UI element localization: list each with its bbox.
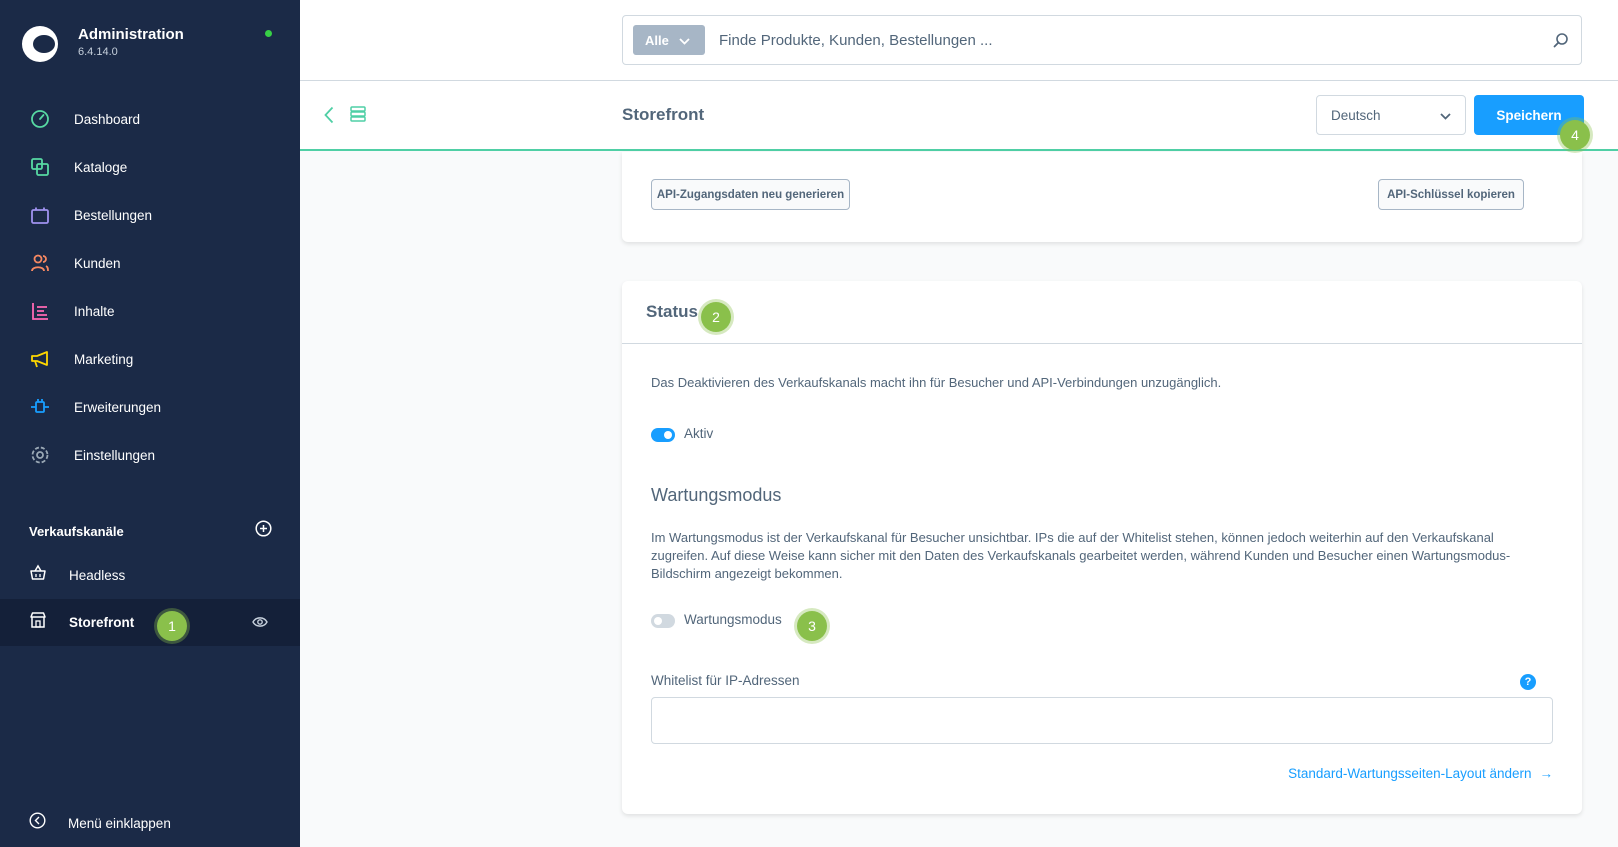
- global-search: Alle: [622, 15, 1582, 65]
- sales-channels-title: Verkaufskanäle: [29, 523, 124, 539]
- sales-channel-label: Headless: [69, 568, 126, 583]
- step-marker-3: 3: [797, 611, 827, 641]
- collapse-menu-button[interactable]: Menü einklappen: [29, 812, 171, 834]
- top-header: Alle: [300, 0, 1618, 81]
- brand-version: 6.4.14.0: [78, 46, 118, 58]
- main-navigation: Dashboard Kataloge Bestellungen Kunden I…: [0, 95, 300, 479]
- nav-item-erweiterungen[interactable]: Erweiterungen: [0, 383, 300, 431]
- nav-item-kataloge[interactable]: Kataloge: [0, 143, 300, 191]
- search-icon[interactable]: [1541, 32, 1581, 48]
- dashboard-icon: [29, 108, 51, 130]
- shopware-logo-icon: [22, 26, 58, 62]
- language-select-value: Deutsch: [1331, 107, 1381, 123]
- customers-icon: [29, 252, 51, 274]
- nav-item-einstellungen[interactable]: Einstellungen: [0, 431, 300, 479]
- active-toggle-label: Aktiv: [684, 426, 714, 441]
- maintenance-title: Wartungsmodus: [651, 485, 782, 505]
- back-chevron-icon[interactable]: [324, 106, 334, 129]
- brand: Administration 6.4.14.0: [22, 26, 184, 62]
- sidebar: Administration 6.4.14.0 Dashboard Katalo…: [0, 0, 300, 847]
- search-type-label: Alle: [645, 32, 669, 48]
- chevron-down-icon: [679, 33, 690, 48]
- active-toggle[interactable]: [651, 428, 675, 442]
- nav-label: Einstellungen: [74, 447, 156, 463]
- brand-title: Administration: [78, 26, 184, 43]
- marketing-icon: [29, 348, 51, 370]
- search-type-dropdown[interactable]: Alle: [633, 25, 705, 55]
- sales-channel-storefront[interactable]: Storefront: [0, 599, 300, 646]
- maintenance-layout-link-label: Standard-Wartungsseiten-Layout ändern: [1288, 766, 1532, 781]
- catalog-icon: [29, 156, 51, 178]
- nav-label: Kataloge: [74, 159, 128, 175]
- step-marker-2: 2: [701, 302, 731, 332]
- maintenance-layout-link[interactable]: Standard-Wartungsseiten-Layout ändern →: [1288, 766, 1553, 781]
- page-title: Storefront: [622, 105, 705, 124]
- status-card-title: Status: [646, 302, 698, 321]
- status-card-header: Status: [622, 281, 1582, 344]
- content-icon: [29, 300, 51, 322]
- nav-label: Erweiterungen: [74, 399, 162, 415]
- nav-item-bestellungen[interactable]: Bestellungen: [0, 191, 300, 239]
- smart-bar: Storefront Deutsch Speichern: [300, 81, 1618, 151]
- storefront-icon: [29, 611, 47, 634]
- status-description: Das Deaktivieren des Verkaufskanals mach…: [651, 375, 1222, 390]
- nav-label: Bestellungen: [74, 207, 153, 223]
- nav-label: Inhalte: [74, 303, 115, 319]
- basket-icon: [29, 564, 47, 587]
- settings-icon: [29, 444, 51, 466]
- search-input[interactable]: [719, 31, 1541, 49]
- api-access-card: API-Zugangsdaten neu generieren API-Schl…: [622, 152, 1582, 242]
- nav-label: Dashboard: [74, 111, 141, 127]
- chevron-down-icon: [1440, 108, 1451, 123]
- ip-whitelist-input[interactable]: [651, 697, 1553, 744]
- eye-icon[interactable]: [252, 615, 268, 633]
- step-marker-4: 4: [1560, 120, 1590, 150]
- nav-item-kunden[interactable]: Kunden: [0, 239, 300, 287]
- language-select[interactable]: Deutsch: [1316, 95, 1466, 135]
- maintenance-toggle[interactable]: [651, 614, 675, 628]
- nav-item-dashboard[interactable]: Dashboard: [0, 95, 300, 143]
- add-sales-channel-icon[interactable]: [255, 520, 272, 542]
- status-card: Status Das Deaktivieren des Verkaufskana…: [622, 281, 1582, 814]
- arrow-right-icon: →: [1539, 766, 1554, 781]
- sales-channels-header: Verkaufskanäle: [29, 520, 272, 542]
- sales-channel-headless[interactable]: Headless: [0, 552, 300, 599]
- step-marker-1: 1: [157, 611, 187, 641]
- collapse-menu-label: Menü einklappen: [68, 815, 171, 831]
- copy-api-key-button[interactable]: API-Schlüssel kopieren: [1378, 179, 1524, 210]
- chevron-left-circle-icon: [29, 812, 46, 834]
- maintenance-description: Im Wartungsmodus ist der Verkaufskanal f…: [651, 530, 1511, 581]
- help-icon[interactable]: ?: [1520, 674, 1536, 690]
- nav-label: Marketing: [74, 351, 134, 367]
- nav-item-marketing[interactable]: Marketing: [0, 335, 300, 383]
- extensions-icon: [29, 396, 51, 418]
- ip-whitelist-label: Whitelist für IP-Adressen: [651, 673, 800, 688]
- module-stack-icon: [350, 106, 366, 127]
- online-status-dot: [265, 30, 272, 37]
- maintenance-toggle-label: Wartungsmodus: [684, 612, 782, 627]
- orders-icon: [29, 204, 51, 226]
- sales-channel-label: Storefront: [69, 615, 135, 630]
- nav-item-inhalte[interactable]: Inhalte: [0, 287, 300, 335]
- regenerate-api-credentials-button[interactable]: API-Zugangsdaten neu generieren: [651, 179, 850, 210]
- nav-label: Kunden: [74, 255, 121, 271]
